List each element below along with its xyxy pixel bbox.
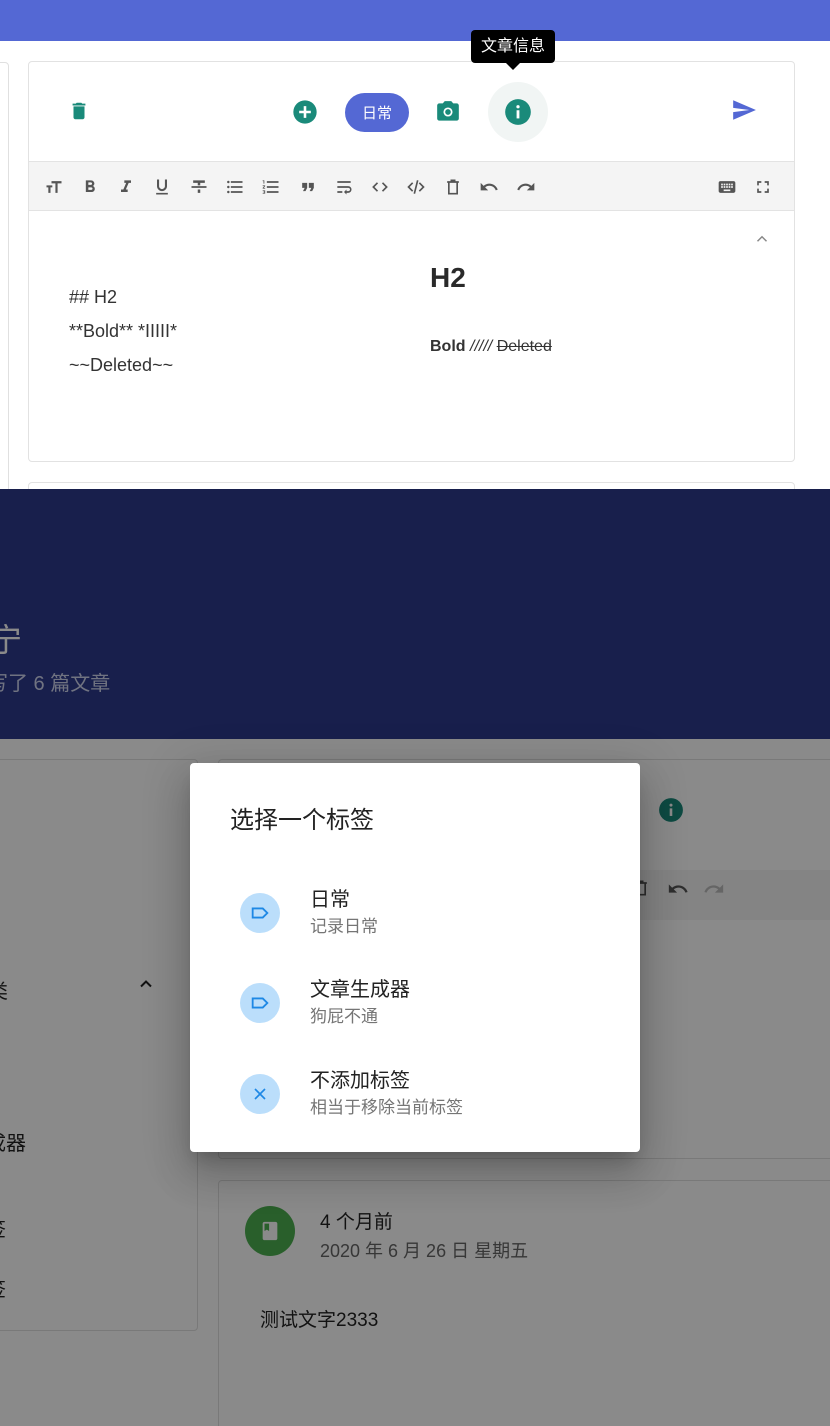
- delete-icon: [72, 102, 86, 120]
- preview-paragraph: Bold ///// Deleted: [430, 338, 552, 356]
- source-line: ~~Deleted~~: [69, 355, 174, 375]
- tag-icon: [251, 907, 269, 919]
- tag-dialog-screen: 宁 写了 6 篇文章 类 成器 签 签 4 个月前 2020 年 6 月 26 …: [0, 489, 830, 1426]
- option-title: 日常: [310, 889, 350, 911]
- tag-option-none[interactable]: 不添加标签 相当于移除当前标签: [190, 1064, 640, 1144]
- keyboard-icon: [718, 181, 736, 193]
- inline-code-button[interactable]: [367, 174, 393, 200]
- delete-button[interactable]: [63, 95, 95, 127]
- numbered-list-button[interactable]: [258, 174, 284, 200]
- tag-avatar: [240, 1074, 280, 1114]
- next-card-edge: [28, 482, 795, 489]
- fullscreen-icon: [757, 181, 769, 193]
- editor-body: ## H2 **Bold** *IIIII* ~~Deleted~~ H2 Bold…: [29, 212, 794, 462]
- dialog-title: 选择一个标签: [230, 807, 374, 834]
- tag-avatar: [240, 893, 280, 933]
- heading-icon: [46, 181, 62, 193]
- source-line: ## H2: [69, 287, 118, 307]
- redo-icon: [517, 182, 535, 191]
- send-icon: [733, 100, 756, 120]
- camera-icon: [437, 101, 459, 121]
- bullet-list-button[interactable]: [222, 174, 248, 200]
- clear-icon: [447, 179, 459, 195]
- option-subtitle: 记录日常: [310, 917, 378, 936]
- heading-button[interactable]: [41, 174, 67, 200]
- preview-bold: Bold: [430, 338, 466, 355]
- option-title: 文章生成器: [310, 979, 410, 1001]
- preview-deleted: Deleted: [496, 338, 552, 355]
- code-block-button[interactable]: [403, 174, 429, 200]
- fullscreen-button[interactable]: [750, 174, 776, 200]
- article-info-tooltip: 文章信息: [471, 30, 556, 70]
- editor-screen: 日常 ## H2 **Bold** *IIIII* ~~Deleted~~ H2…: [0, 0, 830, 489]
- close-icon: [254, 1088, 266, 1100]
- option-subtitle: 狗屁不通: [310, 1007, 378, 1026]
- undo-icon: [480, 182, 498, 191]
- tag-avatar: [240, 983, 280, 1023]
- underline-icon: [156, 179, 168, 195]
- collapse-preview-button[interactable]: [749, 226, 775, 252]
- left-card-edge: [0, 62, 9, 489]
- wrap-button[interactable]: [331, 174, 357, 200]
- tag-select-dialog: 选择一个标签 日常 记录日常 文章生成器 狗屁不通 不添加标签 相当于移除当前标…: [190, 763, 640, 1152]
- plus-circle-icon: [293, 100, 317, 124]
- preview-heading: H2: [430, 262, 466, 293]
- inline-code-icon: [372, 182, 388, 192]
- italic-button[interactable]: [113, 174, 139, 200]
- markdown-source[interactable]: ## H2 **Bold** *IIIII* ~~Deleted~~: [69, 280, 177, 382]
- strikethrough-button[interactable]: [186, 174, 212, 200]
- wrap-icon: [337, 181, 352, 195]
- action-row: 日常: [29, 62, 794, 162]
- option-subtitle: 相当于移除当前标签: [310, 1098, 463, 1117]
- redo-button[interactable]: [513, 174, 539, 200]
- preview-italic: /////: [470, 338, 493, 355]
- tag-option-daily[interactable]: 日常 记录日常: [190, 883, 640, 963]
- undo-button[interactable]: [476, 174, 502, 200]
- tag-option-generator[interactable]: 文章生成器 狗屁不通: [190, 973, 640, 1053]
- quote-button[interactable]: [295, 174, 321, 200]
- source-line: **Bold** *IIIII*: [69, 321, 178, 341]
- code-block-icon: [407, 180, 425, 194]
- tag-icon: [251, 997, 269, 1009]
- clear-button[interactable]: [440, 174, 466, 200]
- strikethrough-icon: [191, 180, 207, 193]
- numbered-list-icon: [262, 180, 279, 194]
- bold-button[interactable]: [77, 174, 103, 200]
- keyboard-button[interactable]: [714, 174, 740, 200]
- info-icon: [505, 99, 531, 125]
- camera-button[interactable]: [432, 96, 464, 128]
- bullet-list-icon: [227, 180, 243, 194]
- article-info-button[interactable]: [488, 82, 548, 142]
- option-title: 不添加标签: [310, 1070, 410, 1092]
- quote-icon: [302, 182, 314, 192]
- tag-chip[interactable]: 日常: [345, 93, 409, 132]
- send-button[interactable]: [726, 92, 762, 128]
- markdown-toolbar: [29, 162, 794, 211]
- chevron-up-icon: [756, 235, 768, 242]
- bold-icon: [85, 180, 95, 192]
- underline-button[interactable]: [149, 174, 175, 200]
- app-bar: [0, 0, 830, 41]
- add-button[interactable]: [289, 96, 321, 128]
- editor-card: 日常 ## H2 **Bold** *IIIII* ~~Deleted~~ H2…: [28, 61, 795, 462]
- italic-icon: [121, 180, 131, 192]
